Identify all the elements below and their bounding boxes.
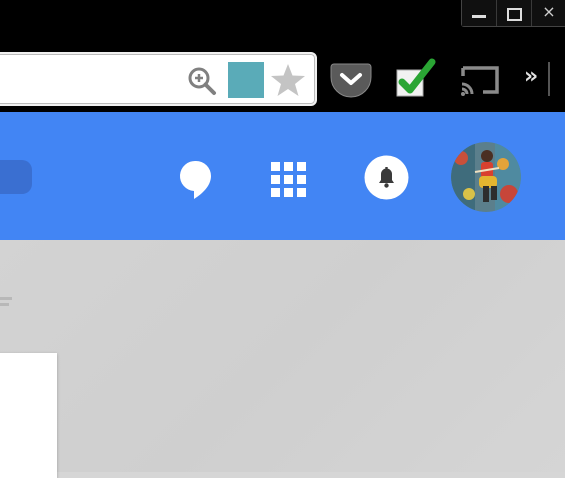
page-content (0, 240, 565, 472)
cast-icon[interactable] (459, 58, 501, 100)
notifications-icon[interactable] (364, 155, 409, 200)
hangouts-icon[interactable] (178, 159, 214, 201)
search-box[interactable] (0, 160, 32, 194)
faint-glyph (0, 297, 12, 306)
avatar[interactable] (451, 142, 521, 212)
close-button[interactable]: × (531, 0, 565, 26)
browser-chrome: × » (0, 0, 565, 112)
extension-icon[interactable] (228, 62, 264, 98)
star-icon[interactable] (270, 62, 306, 98)
window-controls: × (461, 0, 565, 27)
app-bar (0, 112, 565, 240)
restore-button[interactable] (496, 0, 531, 26)
apps-grid-icon[interactable] (271, 162, 307, 198)
extensions-overflow-button[interactable]: » (524, 64, 538, 89)
check-icon[interactable] (394, 58, 436, 100)
minimize-button[interactable] (462, 0, 496, 26)
pocket-icon[interactable] (330, 58, 372, 100)
address-bar[interactable] (0, 52, 317, 106)
content-card[interactable] (0, 353, 57, 478)
zoom-in-icon[interactable] (187, 66, 217, 96)
toolbar-divider (548, 62, 550, 96)
